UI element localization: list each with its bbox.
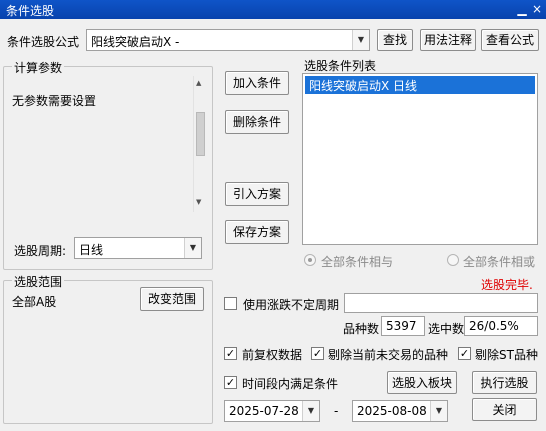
usage-button[interactable]: 用法注释: [420, 29, 476, 51]
period-select[interactable]: 日线 ▼: [74, 237, 202, 259]
count-label: 品种数: [343, 322, 380, 336]
save-plan-button[interactable]: 保存方案: [225, 220, 289, 244]
delete-condition-button[interactable]: 删除条件: [225, 110, 289, 134]
selected-label: 选中数: [428, 322, 465, 336]
view-formula-button[interactable]: 查看公式: [481, 29, 539, 51]
find-button[interactable]: 查找: [377, 29, 413, 51]
and-radio[interactable]: [304, 254, 316, 266]
params-scrollbar[interactable]: ▲ ▼: [193, 76, 207, 212]
formula-value: 阳线突破启动X -: [91, 35, 180, 49]
window-title: 条件选股: [6, 4, 55, 18]
execute-button[interactable]: 执行选股: [472, 371, 537, 394]
chevron-down-icon[interactable]: ▼: [184, 238, 201, 258]
exclude-untraded-label: 剔除当前未交易的品种: [328, 348, 449, 362]
time-range-label: 时间段内满足条件: [242, 377, 339, 391]
or-label: 全部条件相或: [463, 255, 536, 269]
end-date-picker[interactable]: 2025-08-08 ▼: [352, 400, 448, 422]
time-range-checkbox[interactable]: ✓: [224, 376, 237, 389]
to-block-button[interactable]: 选股入板块: [387, 371, 457, 394]
close-icon[interactable]: ×: [529, 1, 545, 17]
scroll-thumb[interactable]: [196, 112, 205, 156]
formula-select[interactable]: 阳线突破启动X - ▼: [86, 29, 370, 51]
variable-period-input[interactable]: [344, 293, 538, 313]
or-radio[interactable]: [447, 254, 459, 266]
chevron-down-icon[interactable]: ▼: [430, 401, 447, 421]
conditions-list[interactable]: 阳线突破启动X 日线: [302, 73, 538, 245]
close-button[interactable]: 关闭: [472, 398, 537, 421]
end-date-value: 2025-08-08: [357, 404, 427, 418]
params-message: 无参数需要设置: [12, 94, 97, 108]
conditions-title: 选股条件列表: [304, 59, 377, 73]
status-text: 选股完毕.: [481, 278, 533, 292]
count-value: 5397: [381, 316, 425, 336]
minimize-icon[interactable]: ▁: [514, 1, 530, 17]
scroll-up-icon[interactable]: ▲: [196, 79, 201, 87]
variable-period-checkbox[interactable]: [224, 297, 237, 310]
chevron-down-icon[interactable]: ▼: [302, 401, 319, 421]
period-label: 选股周期:: [14, 244, 67, 258]
range-group-title: 选股范围: [12, 273, 65, 290]
and-label: 全部条件相与: [321, 255, 394, 269]
import-plan-button[interactable]: 引入方案: [225, 182, 289, 206]
exclude-st-label: 剔除ST品种: [475, 348, 538, 362]
list-item[interactable]: 阳线突破启动X 日线: [305, 76, 535, 94]
variable-period-label: 使用涨跌不定周期: [243, 298, 340, 312]
exclude-untraded-checkbox[interactable]: ✓: [311, 347, 324, 360]
exclude-st-checkbox[interactable]: ✓: [458, 347, 471, 360]
adjust-label: 前复权数据: [242, 348, 303, 362]
adjust-checkbox[interactable]: ✓: [224, 347, 237, 360]
period-value: 日线: [79, 243, 104, 257]
change-range-button[interactable]: 改变范围: [140, 287, 204, 311]
formula-label: 条件选股公式: [7, 35, 80, 49]
chevron-down-icon[interactable]: ▼: [352, 30, 369, 50]
start-date-value: 2025-07-28: [229, 404, 299, 418]
selected-value: 26/0.5%: [464, 316, 538, 336]
start-date-picker[interactable]: 2025-07-28 ▼: [224, 400, 320, 422]
range-value: 全部A股: [12, 295, 57, 309]
add-condition-button[interactable]: 加入条件: [225, 71, 289, 95]
title-bar: 条件选股 ▁ ×: [0, 0, 546, 19]
date-separator: -: [334, 404, 339, 418]
scroll-down-icon[interactable]: ▼: [196, 198, 201, 206]
params-group-title: 计算参数: [12, 59, 65, 76]
